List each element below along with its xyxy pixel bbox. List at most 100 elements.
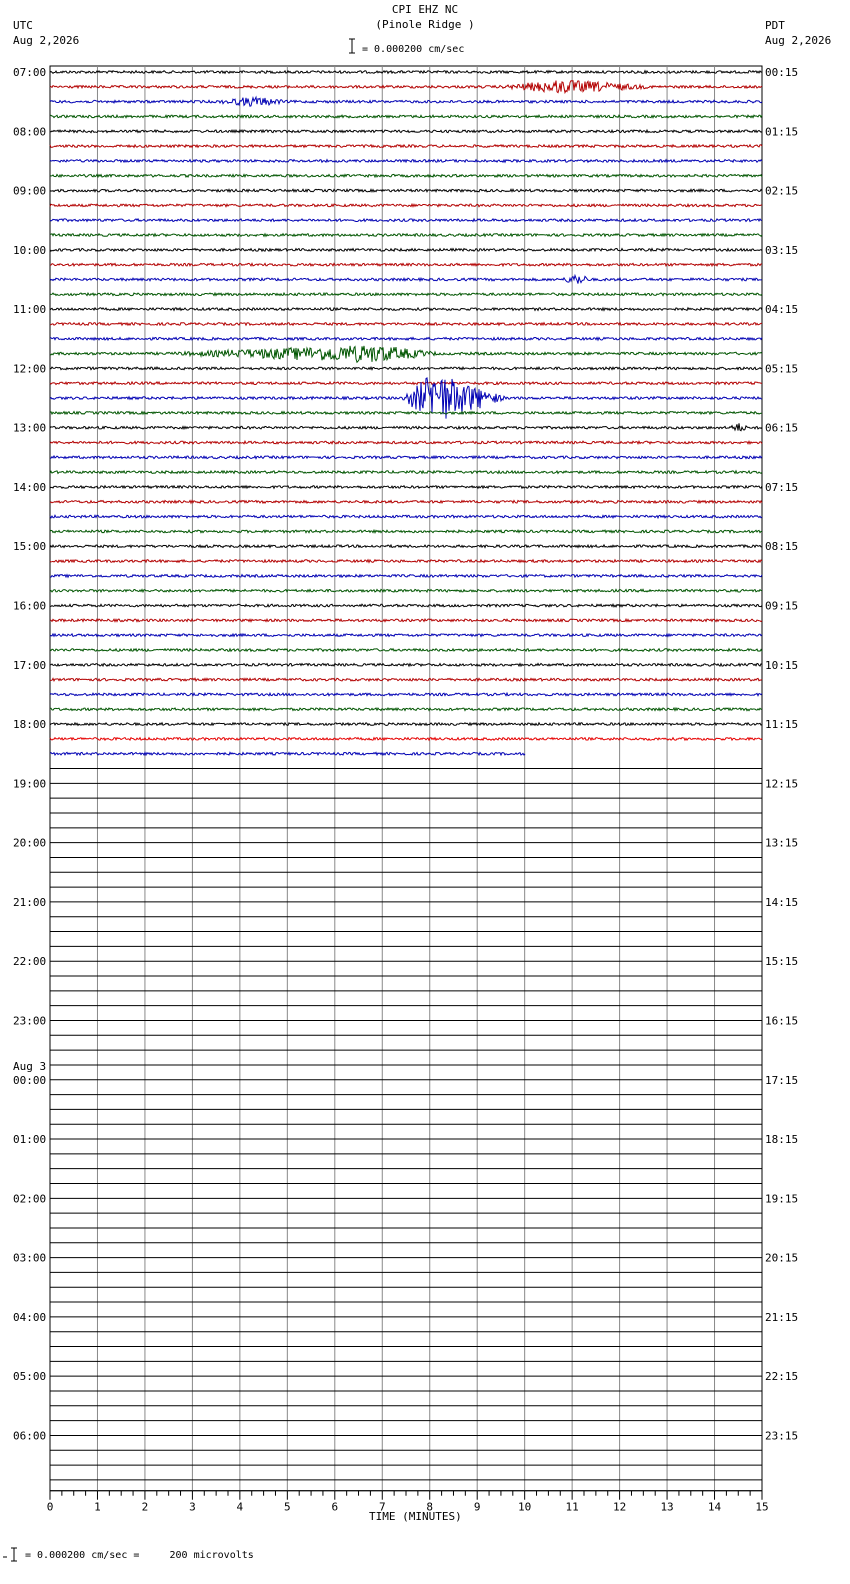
x-tick-label: 15 [755, 1501, 768, 1514]
pdt-hour-label: 11:15 [765, 718, 798, 731]
pdt-hour-label: 08:15 [765, 540, 798, 553]
pdt-hour-label: 13:15 [765, 837, 798, 850]
trace-row [49, 173, 763, 179]
trace-row [49, 113, 763, 119]
pdt-hour-label: 18:15 [765, 1133, 798, 1146]
trace-row [49, 423, 763, 432]
trace-row [49, 736, 763, 742]
x-tick-label: 0 [47, 1501, 54, 1514]
pdt-hour-label: 00:15 [765, 66, 798, 79]
trace-row [49, 647, 763, 653]
trace-row [49, 202, 763, 208]
trace-row [49, 143, 763, 149]
footer-scale-bar-icon [3, 1547, 17, 1562]
trace-row [49, 499, 763, 505]
utc-hour-label: 19:00 [13, 777, 46, 790]
seismogram-plot: 0 1 2 3 4 5 6 7 8 9 10 11 12 13 14 15 07:0008:0009:0010… [3, 38, 798, 1562]
trace-row [49, 558, 763, 564]
trace-row [49, 543, 763, 549]
trace-row [49, 321, 763, 327]
trace-row [49, 484, 763, 490]
pdt-hour-label: 15:15 [765, 955, 798, 968]
pdt-hour-label: 23:15 [765, 1429, 798, 1442]
trace-row [49, 617, 763, 623]
day-change-label: Aug 3 [13, 1060, 46, 1073]
trace-row [49, 380, 762, 386]
pdt-hour-label: 06:15 [765, 422, 798, 435]
pdt-hour-label: 05:15 [765, 362, 798, 375]
utc-hour-label: 03:00 [13, 1252, 46, 1265]
utc-hour-label: 07:00 [13, 66, 46, 79]
footer-scale-note: = 0.000200 cm/sec = 200 microvolts [25, 1550, 254, 1561]
trace-row [50, 662, 763, 668]
trace-row [49, 247, 763, 253]
trace-row [49, 80, 763, 95]
x-tick-label: 14 [708, 1501, 722, 1514]
utc-hour-label: 23:00 [13, 1014, 46, 1027]
trace-row [49, 410, 763, 416]
utc-hour-label: 14:00 [13, 481, 46, 494]
pdt-hour-label: 20:15 [765, 1252, 798, 1265]
utc-hour-label: 13:00 [13, 422, 46, 435]
trace-row [49, 291, 763, 297]
scale-bar-icon [349, 38, 355, 54]
pdt-hour-label: 14:15 [765, 896, 798, 909]
trace-row [49, 158, 763, 164]
pdt-hour-label: 17:15 [765, 1074, 798, 1087]
utc-hour-label: 21:00 [13, 896, 46, 909]
trace-row [49, 345, 763, 364]
pdt-hour-label: 03:15 [765, 244, 798, 257]
trace-row [49, 188, 763, 194]
trace-row [49, 262, 763, 268]
trace-row [49, 336, 763, 342]
trace-row [49, 469, 763, 475]
trace-row [49, 454, 763, 460]
utc-hour-label: 05:00 [13, 1370, 46, 1383]
trace-row [49, 603, 763, 608]
x-tick-label: 13 [660, 1501, 673, 1514]
trace-row [49, 232, 763, 238]
utc-hour-label: 00:00 [13, 1074, 46, 1087]
pdt-hour-label: 07:15 [765, 481, 798, 494]
utc-hour-label: 01:00 [13, 1133, 46, 1146]
trace-row [49, 588, 763, 594]
x-tick-label: 2 [142, 1501, 149, 1514]
x-tick-label: 9 [474, 1501, 481, 1514]
utc-hour-label: 09:00 [13, 185, 46, 198]
trace-row [49, 632, 763, 638]
trace-row [49, 677, 763, 683]
pdt-hour-label: 04:15 [765, 303, 798, 316]
pdt-hour-label: 10:15 [765, 659, 798, 672]
x-tick-label: 1 [94, 1501, 101, 1514]
pdt-hour-label: 01:15 [765, 125, 798, 138]
utc-hour-label: 11:00 [13, 303, 46, 316]
pdt-hour-label: 16:15 [765, 1014, 798, 1027]
pdt-hour-label: 21:15 [765, 1311, 798, 1324]
utc-hour-label: 18:00 [13, 718, 46, 731]
x-tick-label: 4 [237, 1501, 244, 1514]
x-axis-title: TIME (MINUTES) [369, 1510, 462, 1523]
utc-hour-label: 10:00 [13, 244, 46, 257]
trace-row [49, 514, 763, 520]
trace-row [50, 706, 763, 712]
trace-row [49, 721, 763, 727]
utc-hour-label: 22:00 [13, 955, 46, 968]
trace-row [49, 573, 763, 579]
utc-hour-label: 04:00 [13, 1311, 46, 1324]
utc-hour-label: 08:00 [13, 125, 46, 138]
trace-row [49, 528, 763, 534]
pdt-hour-label: 19:15 [765, 1192, 798, 1205]
utc-hour-label: 20:00 [13, 837, 46, 850]
utc-hour-label: 16:00 [13, 600, 46, 613]
trace-row [49, 273, 763, 284]
utc-hour-label: 02:00 [13, 1192, 46, 1205]
trace-row [49, 691, 763, 697]
pdt-hour-label: 09:15 [765, 600, 798, 613]
x-tick-label: 6 [331, 1501, 338, 1514]
pdt-hour-label: 22:15 [765, 1370, 798, 1383]
trace-row [49, 217, 763, 223]
pdt-hour-label: 02:15 [765, 185, 798, 198]
trace-row [49, 128, 763, 134]
trace-row [49, 365, 763, 371]
trace-row [49, 95, 763, 107]
